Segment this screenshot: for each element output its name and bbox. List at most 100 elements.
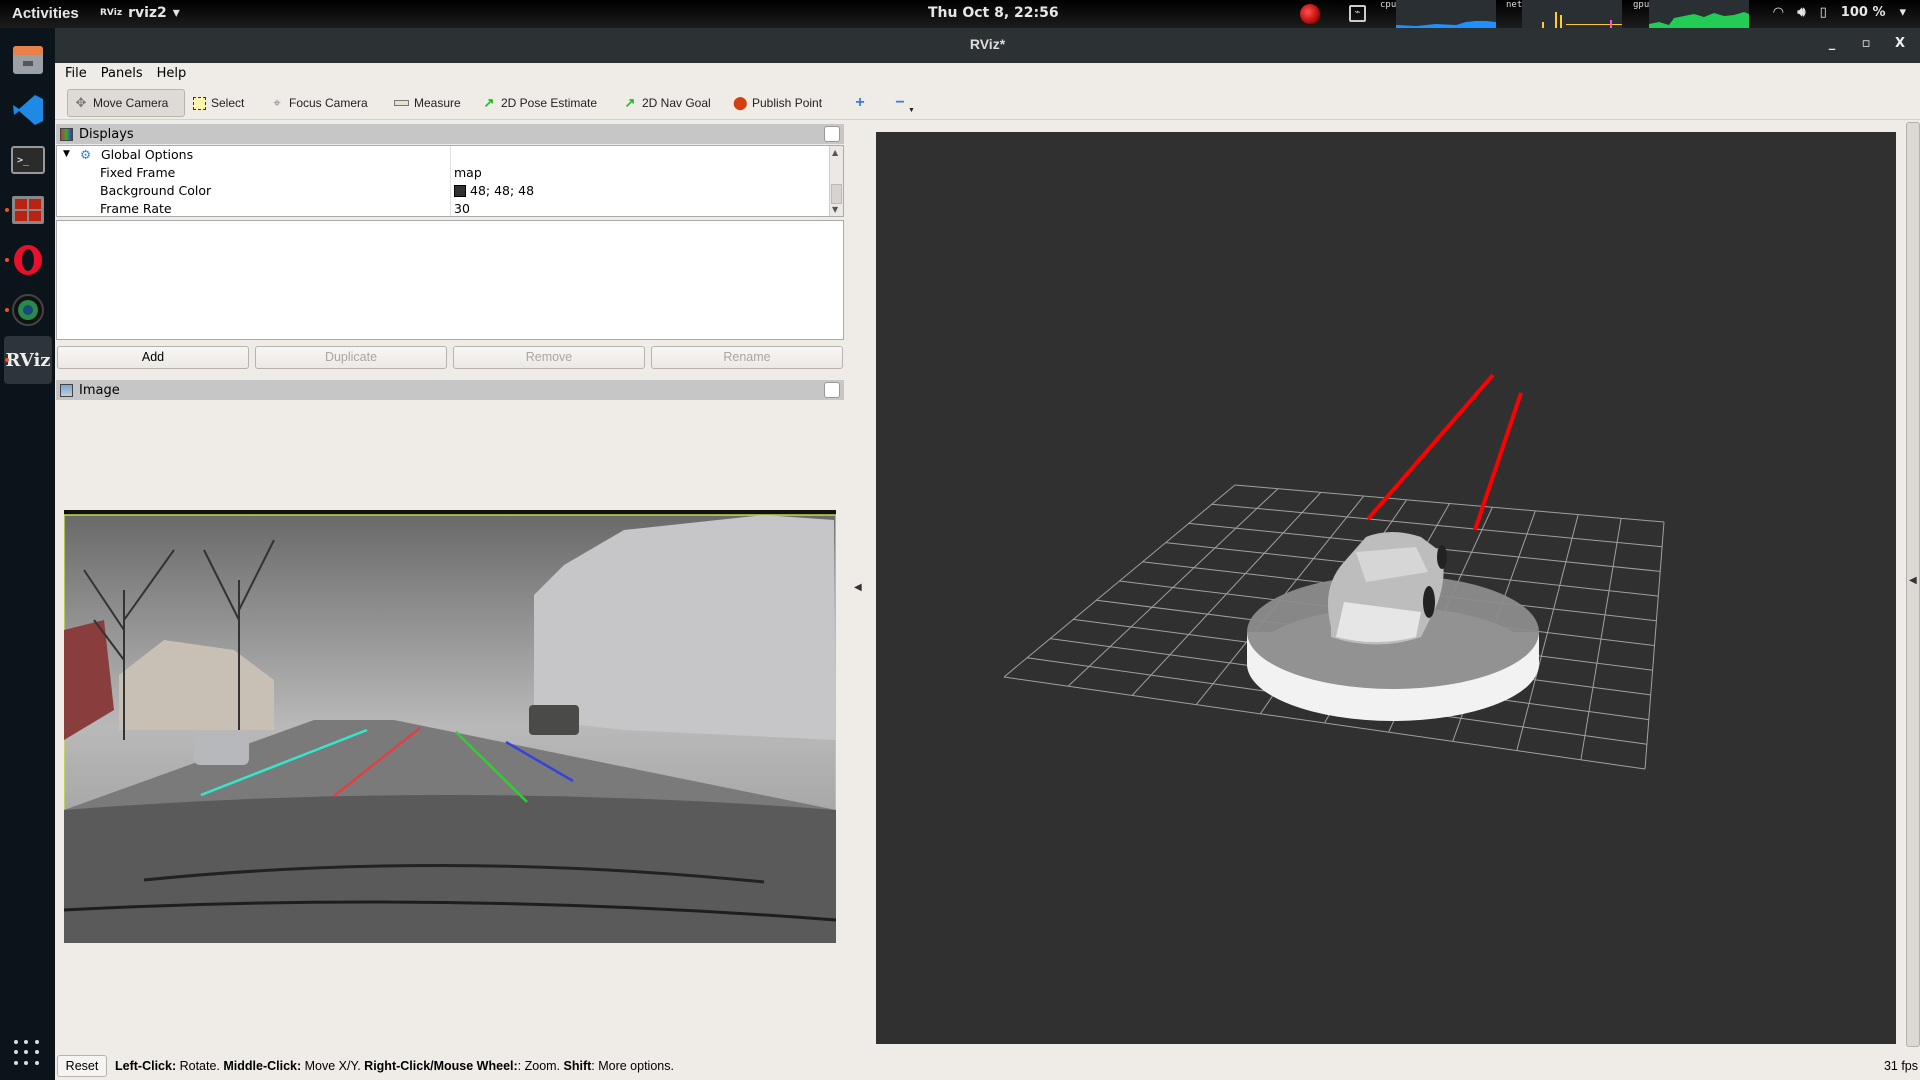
window-title-bar[interactable]: RViz* _ ▫ X — [55, 28, 1920, 63]
system-monitor-icon[interactable]: ⌁ — [1349, 5, 1366, 22]
color-swatch[interactable] — [454, 184, 466, 197]
displays-tree[interactable]: ▼ ⚙ Global Options Fixed Frame map Backg… — [56, 145, 844, 217]
rename-display-button[interactable]: Rename — [651, 346, 843, 369]
running-indicator — [5, 208, 9, 212]
record-indicator-icon[interactable] — [1300, 4, 1320, 24]
remove-display-button[interactable]: Remove — [453, 346, 645, 369]
tree-row-label: Global Options — [101, 147, 194, 162]
tool-label: Focus Camera — [289, 96, 368, 110]
menu-help[interactable]: Help — [157, 66, 187, 85]
system-tray[interactable]: ◠ 🔊︎ ▯ 100 % ▾ — [1773, 5, 1906, 20]
menu-panels[interactable]: Panels — [101, 66, 143, 85]
tree-row-fixed-frame[interactable]: Fixed Frame map — [57, 164, 827, 182]
running-indicator — [5, 358, 9, 362]
car-wheel — [1437, 545, 1447, 569]
background-color-value[interactable]: 48; 48; 48 — [470, 183, 534, 198]
tool-publish-point[interactable]: ⬤ Publish Point — [727, 89, 828, 117]
tool-label: Measure — [414, 96, 461, 110]
tool-focus-camera[interactable]: ⌖ Focus Camera — [264, 89, 374, 117]
focus-camera-icon: ⌖ — [273, 95, 281, 110]
help-key: Shift — [563, 1059, 592, 1073]
tool-label: Move Camera — [93, 96, 169, 110]
dock-camera[interactable] — [4, 286, 52, 334]
select-icon — [193, 96, 206, 110]
help-key: Middle-Click: — [223, 1059, 302, 1073]
property-key: Frame Rate — [100, 201, 172, 216]
tool-bar: ✥ Move Camera Select ⌖ Focus Camera Meas… — [55, 86, 1920, 120]
reset-view-button[interactable]: Reset — [57, 1055, 107, 1077]
dock-files[interactable] — [4, 36, 52, 84]
close-button[interactable]: X — [1891, 36, 1909, 54]
dock-rviz[interactable]: RViz — [4, 336, 52, 384]
minimize-button[interactable]: _ — [1823, 36, 1841, 54]
scroll-down-icon[interactable]: ▼ — [832, 205, 838, 214]
dock-terminal[interactable]: >_ — [4, 136, 52, 184]
terminator-icon — [12, 196, 44, 224]
help-key: Left-Click: — [115, 1059, 177, 1073]
displays-panel-header[interactable]: Displays — [56, 124, 844, 144]
expand-arrow-icon[interactable]: ▼ — [63, 149, 70, 159]
wifi-icon: ◠ — [1773, 5, 1784, 20]
gear-icon: ⚙ — [80, 147, 92, 162]
net-graph[interactable] — [1522, 0, 1622, 28]
tool-2d-nav-goal[interactable]: ↗ 2D Nav Goal — [617, 89, 717, 117]
help-desc: : More options. — [591, 1059, 674, 1073]
opera-icon — [14, 245, 42, 275]
parked-car — [529, 705, 579, 735]
property-value[interactable]: map — [454, 165, 482, 180]
scroll-up-icon[interactable]: ▲ — [832, 148, 838, 157]
cpu-graph[interactable] — [1396, 0, 1496, 28]
property-value[interactable]: 30 — [454, 201, 470, 216]
property-value[interactable]: 48; 48; 48 — [454, 183, 534, 198]
dock-opera[interactable] — [4, 236, 52, 284]
activities-button[interactable]: Activities — [12, 5, 79, 22]
tree-row-frame-rate[interactable]: Frame Rate 30 — [57, 200, 827, 216]
collapse-left-arrow-icon[interactable]: ◀ — [854, 582, 862, 593]
maximize-button[interactable]: ▫ — [1857, 36, 1875, 54]
right-dock-handle[interactable]: ◀ — [1906, 122, 1920, 1047]
dock: >_ RViz — [0, 28, 55, 1080]
menu-file[interactable]: File — [65, 66, 87, 85]
add-tool-button[interactable]: + — [847, 89, 873, 117]
fixed-frame-value[interactable]: map — [454, 165, 482, 180]
tool-move-camera[interactable]: ✥ Move Camera — [67, 89, 185, 117]
undock-checkbox[interactable] — [824, 126, 840, 142]
tool-label: 2D Pose Estimate — [501, 96, 598, 110]
net-label: net — [1506, 0, 1523, 10]
undock-checkbox[interactable] — [824, 382, 840, 398]
dock-vscode[interactable] — [4, 86, 52, 134]
dock-terminator[interactable] — [4, 186, 52, 234]
app-menu[interactable]: RViz rviz2 ▾ — [100, 5, 180, 21]
remove-tool-button[interactable]: − ▼ — [887, 89, 921, 117]
tree-row-global-options[interactable]: ▼ ⚙ Global Options — [57, 146, 827, 164]
duplicate-display-button[interactable]: Duplicate — [255, 346, 447, 369]
gpu-graph[interactable] — [1649, 0, 1749, 28]
tool-measure[interactable]: Measure — [388, 89, 467, 117]
vscode-icon — [13, 95, 43, 125]
map-pin-icon: ⬤ — [733, 95, 748, 110]
image-panel-header[interactable]: Image — [56, 380, 844, 400]
tool-2d-pose-estimate[interactable]: ↗ 2D Pose Estimate — [476, 89, 603, 117]
render-3d-view[interactable] — [876, 132, 1896, 1044]
nav-goal-arrow-icon: ↗ — [624, 95, 636, 110]
tree-row-background-color[interactable]: Background Color 48; 48; 48 — [57, 182, 827, 200]
tree-scrollbar[interactable]: ▲ ▼ — [829, 146, 843, 216]
chevron-down-icon: ▾ — [1899, 5, 1906, 20]
rviz-logo-icon: RViz — [100, 8, 123, 18]
minus-icon: − — [895, 94, 905, 111]
show-applications-icon[interactable] — [14, 1040, 40, 1066]
frame-rate-value[interactable]: 30 — [454, 201, 470, 216]
image-icon — [60, 383, 73, 397]
volume-icon: 🔊︎ — [1797, 5, 1806, 20]
svg-text:>_: >_ — [17, 155, 30, 166]
scroll-thumb[interactable] — [831, 184, 842, 204]
tool-select[interactable]: Select — [187, 89, 250, 117]
collapse-right-arrow-icon[interactable]: ◀ — [1909, 575, 1917, 586]
file-cabinet-icon — [13, 46, 43, 74]
help-desc: Move X/Y. — [301, 1059, 365, 1073]
clock[interactable]: Thu Oct 8, 22:56 — [928, 5, 1059, 21]
marker-line-left — [1366, 373, 1495, 521]
image-panel-title: Image — [79, 382, 120, 398]
help-desc: Rotate. — [176, 1059, 224, 1073]
add-display-button[interactable]: Add — [57, 346, 249, 369]
